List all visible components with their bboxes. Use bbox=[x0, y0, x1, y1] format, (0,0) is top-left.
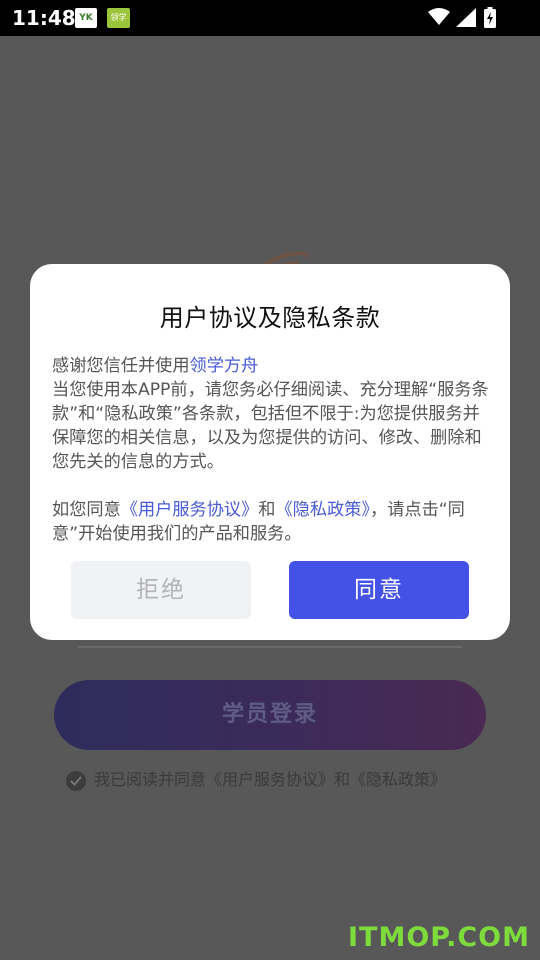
consent-and: 和 bbox=[258, 500, 276, 520]
check-icon[interactable] bbox=[66, 770, 86, 791]
privacy-dialog: 用户协议及隐私条款 感谢您信任并使用领学方舟 当您使用本APP前，请您务必仔细阅… bbox=[30, 264, 510, 640]
dialog-title: 用户协议及隐私条款 bbox=[159, 304, 381, 332]
login-button[interactable]: 学员登录 bbox=[54, 680, 486, 750]
user-agreement-link[interactable]: 《用户服务协议》 bbox=[121, 500, 259, 520]
consent-paragraph: 如您同意《用户服务协议》和《隐私政策》，请点击“同意”开始使用我们的产品和服务。 bbox=[52, 498, 494, 546]
password-input-underline[interactable] bbox=[78, 640, 462, 648]
battery-icon bbox=[484, 7, 496, 32]
agree-button[interactable]: 同意 bbox=[289, 561, 469, 619]
app-notification-icon-2: 领学 bbox=[107, 8, 130, 28]
consent-prefix: 如您同意 bbox=[52, 500, 121, 520]
app-name-link[interactable]: 领学方舟 bbox=[190, 356, 259, 376]
intro-line: 感谢您信任并使用领学方舟 bbox=[52, 354, 494, 378]
privacy-policy-link[interactable]: 《隐私政策》 bbox=[275, 500, 370, 520]
app-notification-icon: YK bbox=[75, 8, 97, 28]
dialog-body: 感谢您信任并使用领学方舟 当您使用本APP前，请您务必仔细阅读、充分理解“服务条… bbox=[52, 354, 494, 546]
agreement-row[interactable]: 我已阅读并同意《用户服务协议》和《隐私政策》 bbox=[66, 768, 446, 792]
refuse-button[interactable]: 拒绝 bbox=[71, 561, 251, 619]
agreement-text: 我已阅读并同意《用户服务协议》和《隐私政策》 bbox=[94, 770, 447, 789]
wifi-icon bbox=[428, 8, 450, 30]
intro-prefix: 感谢您信任并使用 bbox=[52, 356, 190, 376]
terms-paragraph: 当您使用本APP前，请您务必仔细阅读、充分理解“服务条款”和“隐私政策”各条款，… bbox=[52, 380, 489, 472]
watermark: ITMOP.COM bbox=[347, 922, 530, 953]
status-bar: 11:48 YK 领学 bbox=[0, 0, 540, 36]
status-time: 11:48 bbox=[12, 6, 76, 30]
signal-icon bbox=[456, 8, 476, 31]
